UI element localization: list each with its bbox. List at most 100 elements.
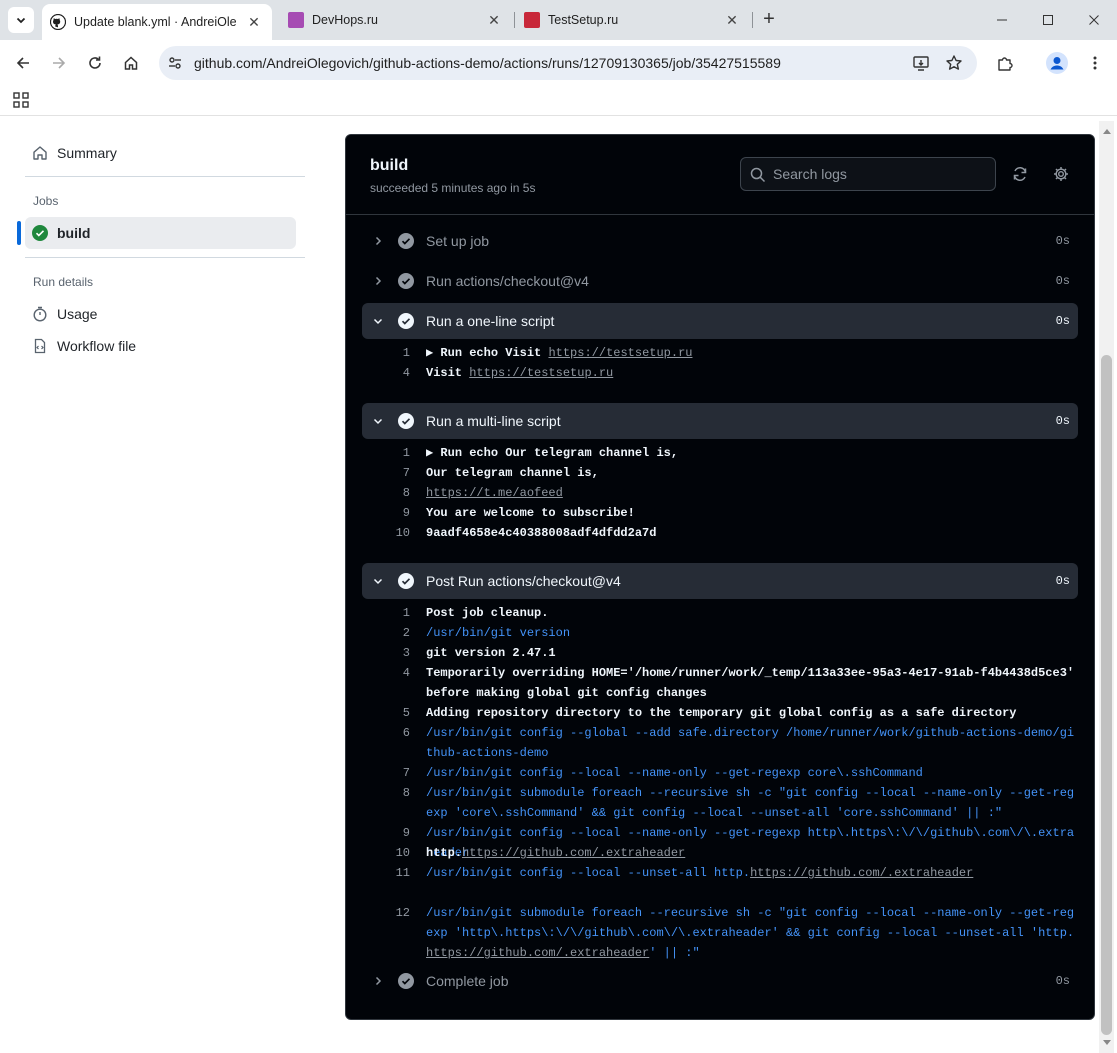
- log-step[interactable]: Run actions/checkout@v4 0s: [362, 263, 1078, 299]
- close-tab-icon[interactable]: ✕: [486, 12, 502, 28]
- search-logs-input[interactable]: [773, 158, 993, 190]
- apps-grid-icon[interactable]: [13, 92, 29, 108]
- line-number[interactable]: 5: [362, 703, 410, 723]
- line-number[interactable]: 4: [362, 663, 410, 683]
- line-number[interactable]: 8: [362, 783, 410, 803]
- maximize-button[interactable]: [1025, 0, 1071, 40]
- back-button[interactable]: [8, 48, 38, 78]
- chevron-down-icon: [370, 413, 386, 429]
- check-circle-icon: [398, 313, 414, 329]
- log-link[interactable]: https://testsetup.ru: [548, 346, 692, 360]
- scrollbar-thumb[interactable]: [1101, 355, 1112, 1035]
- home-button[interactable]: [116, 48, 146, 78]
- scroll-down-arrow[interactable]: [1101, 1037, 1112, 1049]
- line-number[interactable]: 7: [362, 463, 410, 483]
- refresh-logs-button[interactable]: [1008, 162, 1032, 186]
- log-link[interactable]: https://github.com/.extraheader: [750, 866, 973, 880]
- address-bar[interactable]: github.com/AndreiOlegovich/github-action…: [159, 46, 977, 80]
- line-number[interactable]: 4: [362, 363, 410, 383]
- new-tab-button[interactable]: +: [758, 8, 780, 30]
- browser-tab-github[interactable]: Update blank.yml · AndreiOlegovich/githu…: [42, 4, 272, 40]
- log-text: http.https://github.com/.extraheader: [426, 843, 1076, 863]
- check-circle-icon: [398, 273, 414, 289]
- tab-separator: [514, 12, 515, 28]
- log-step[interactable]: Post Run actions/checkout@v4 0s: [362, 563, 1078, 599]
- line-number[interactable]: 1: [362, 603, 410, 623]
- close-window-button[interactable]: [1071, 0, 1117, 40]
- log-link[interactable]: https://t.me/aofeed: [426, 486, 563, 500]
- log-link[interactable]: https://github.com/.extraheader: [426, 946, 649, 960]
- log-text-segment: 9aadf4658e4c40388008adf4dfdd2a7d: [426, 526, 657, 540]
- log-step[interactable]: Run a multi-line script 0s: [362, 403, 1078, 439]
- log-step[interactable]: Run a one-line script 0s: [362, 303, 1078, 339]
- log-step[interactable]: Set up job 0s: [362, 223, 1078, 259]
- search-logs-box[interactable]: [740, 157, 996, 191]
- line-number[interactable]: 8: [362, 483, 410, 503]
- log-text-segment: Our telegram channel is,: [426, 466, 599, 480]
- sidebar-item-workflow-file[interactable]: Workflow file: [25, 330, 296, 362]
- log-text: Visit https://testsetup.ru: [426, 363, 1076, 383]
- log-text-segment: /usr/bin/git version: [426, 626, 571, 640]
- log-text: /usr/bin/git config --local --unset-all …: [426, 863, 1076, 883]
- line-number[interactable]: 7: [362, 763, 410, 783]
- run-details-heading: Run details: [33, 275, 94, 289]
- check-circle-icon: [398, 233, 414, 249]
- line-number[interactable]: 11: [362, 863, 410, 883]
- bookmark-star-icon[interactable]: [945, 54, 963, 72]
- log-text: Post job cleanup.: [426, 603, 1076, 623]
- close-tab-icon[interactable]: ✕: [246, 14, 262, 30]
- browser-tab-devhops[interactable]: DevHops.ru ✕: [280, 5, 512, 35]
- tab-search-button[interactable]: [8, 7, 34, 33]
- close-tab-icon[interactable]: ✕: [724, 12, 740, 28]
- jobs-heading: Jobs: [33, 194, 59, 208]
- step-duration: 0s: [1055, 234, 1070, 248]
- reload-button[interactable]: [80, 48, 110, 78]
- sidebar-item-label: Summary: [57, 145, 117, 161]
- github-favicon-icon: [49, 13, 67, 31]
- file-code-icon: [32, 338, 48, 354]
- install-app-icon[interactable]: [912, 54, 930, 72]
- sync-icon: [1013, 166, 1027, 182]
- line-number[interactable]: 3: [362, 643, 410, 663]
- log-settings-button[interactable]: [1049, 162, 1073, 186]
- log-step[interactable]: Complete job 0s: [362, 963, 1078, 999]
- chevron-right-icon: [370, 233, 386, 249]
- line-number[interactable]: 10: [362, 523, 410, 543]
- step-name: Set up job: [426, 233, 490, 249]
- log-link[interactable]: https://github.com/.extraheader: [462, 846, 685, 860]
- forward-button[interactable]: [44, 48, 74, 78]
- tab-separator: [752, 12, 753, 28]
- log-text: https://t.me/aofeed: [426, 483, 1076, 503]
- line-number[interactable]: 2: [362, 623, 410, 643]
- browser-tab-testsetup[interactable]: TestSetup.ru ✕: [516, 5, 750, 35]
- check-circle-icon: [398, 413, 414, 429]
- maximize-icon: [1043, 15, 1053, 25]
- log-text-segment: Visit: [426, 366, 470, 380]
- line-number[interactable]: 1: [362, 343, 410, 363]
- gear-icon: [1054, 167, 1068, 181]
- line-number[interactable]: 9: [362, 823, 410, 843]
- line-number[interactable]: 9: [362, 503, 410, 523]
- sidebar-item-build[interactable]: build: [25, 217, 296, 249]
- profile-button[interactable]: [1042, 48, 1072, 78]
- log-link[interactable]: https://testsetup.ru: [469, 366, 613, 380]
- site-info-icon[interactable]: [165, 53, 185, 73]
- sidebar-item-summary[interactable]: Summary: [25, 137, 296, 169]
- stopwatch-icon: [32, 306, 48, 322]
- browser-menu-button[interactable]: [1080, 48, 1110, 78]
- line-number[interactable]: 12: [362, 903, 410, 923]
- extensions-button[interactable]: [990, 48, 1020, 78]
- scroll-up-arrow[interactable]: [1101, 125, 1112, 137]
- log-text: Our telegram channel is,: [426, 463, 1076, 483]
- line-number[interactable]: 1: [362, 443, 410, 463]
- minimize-button[interactable]: [979, 0, 1025, 40]
- sidebar-item-label: Usage: [57, 306, 98, 322]
- check-circle-icon: [398, 973, 414, 989]
- chevron-down-icon: [370, 313, 386, 329]
- arrow-left-icon: [16, 57, 29, 69]
- log-text-segment: http.: [426, 846, 463, 860]
- sidebar-item-usage[interactable]: Usage: [25, 298, 296, 330]
- job-title: build: [370, 157, 409, 174]
- line-number[interactable]: 6: [362, 723, 410, 743]
- line-number[interactable]: 10: [362, 843, 410, 863]
